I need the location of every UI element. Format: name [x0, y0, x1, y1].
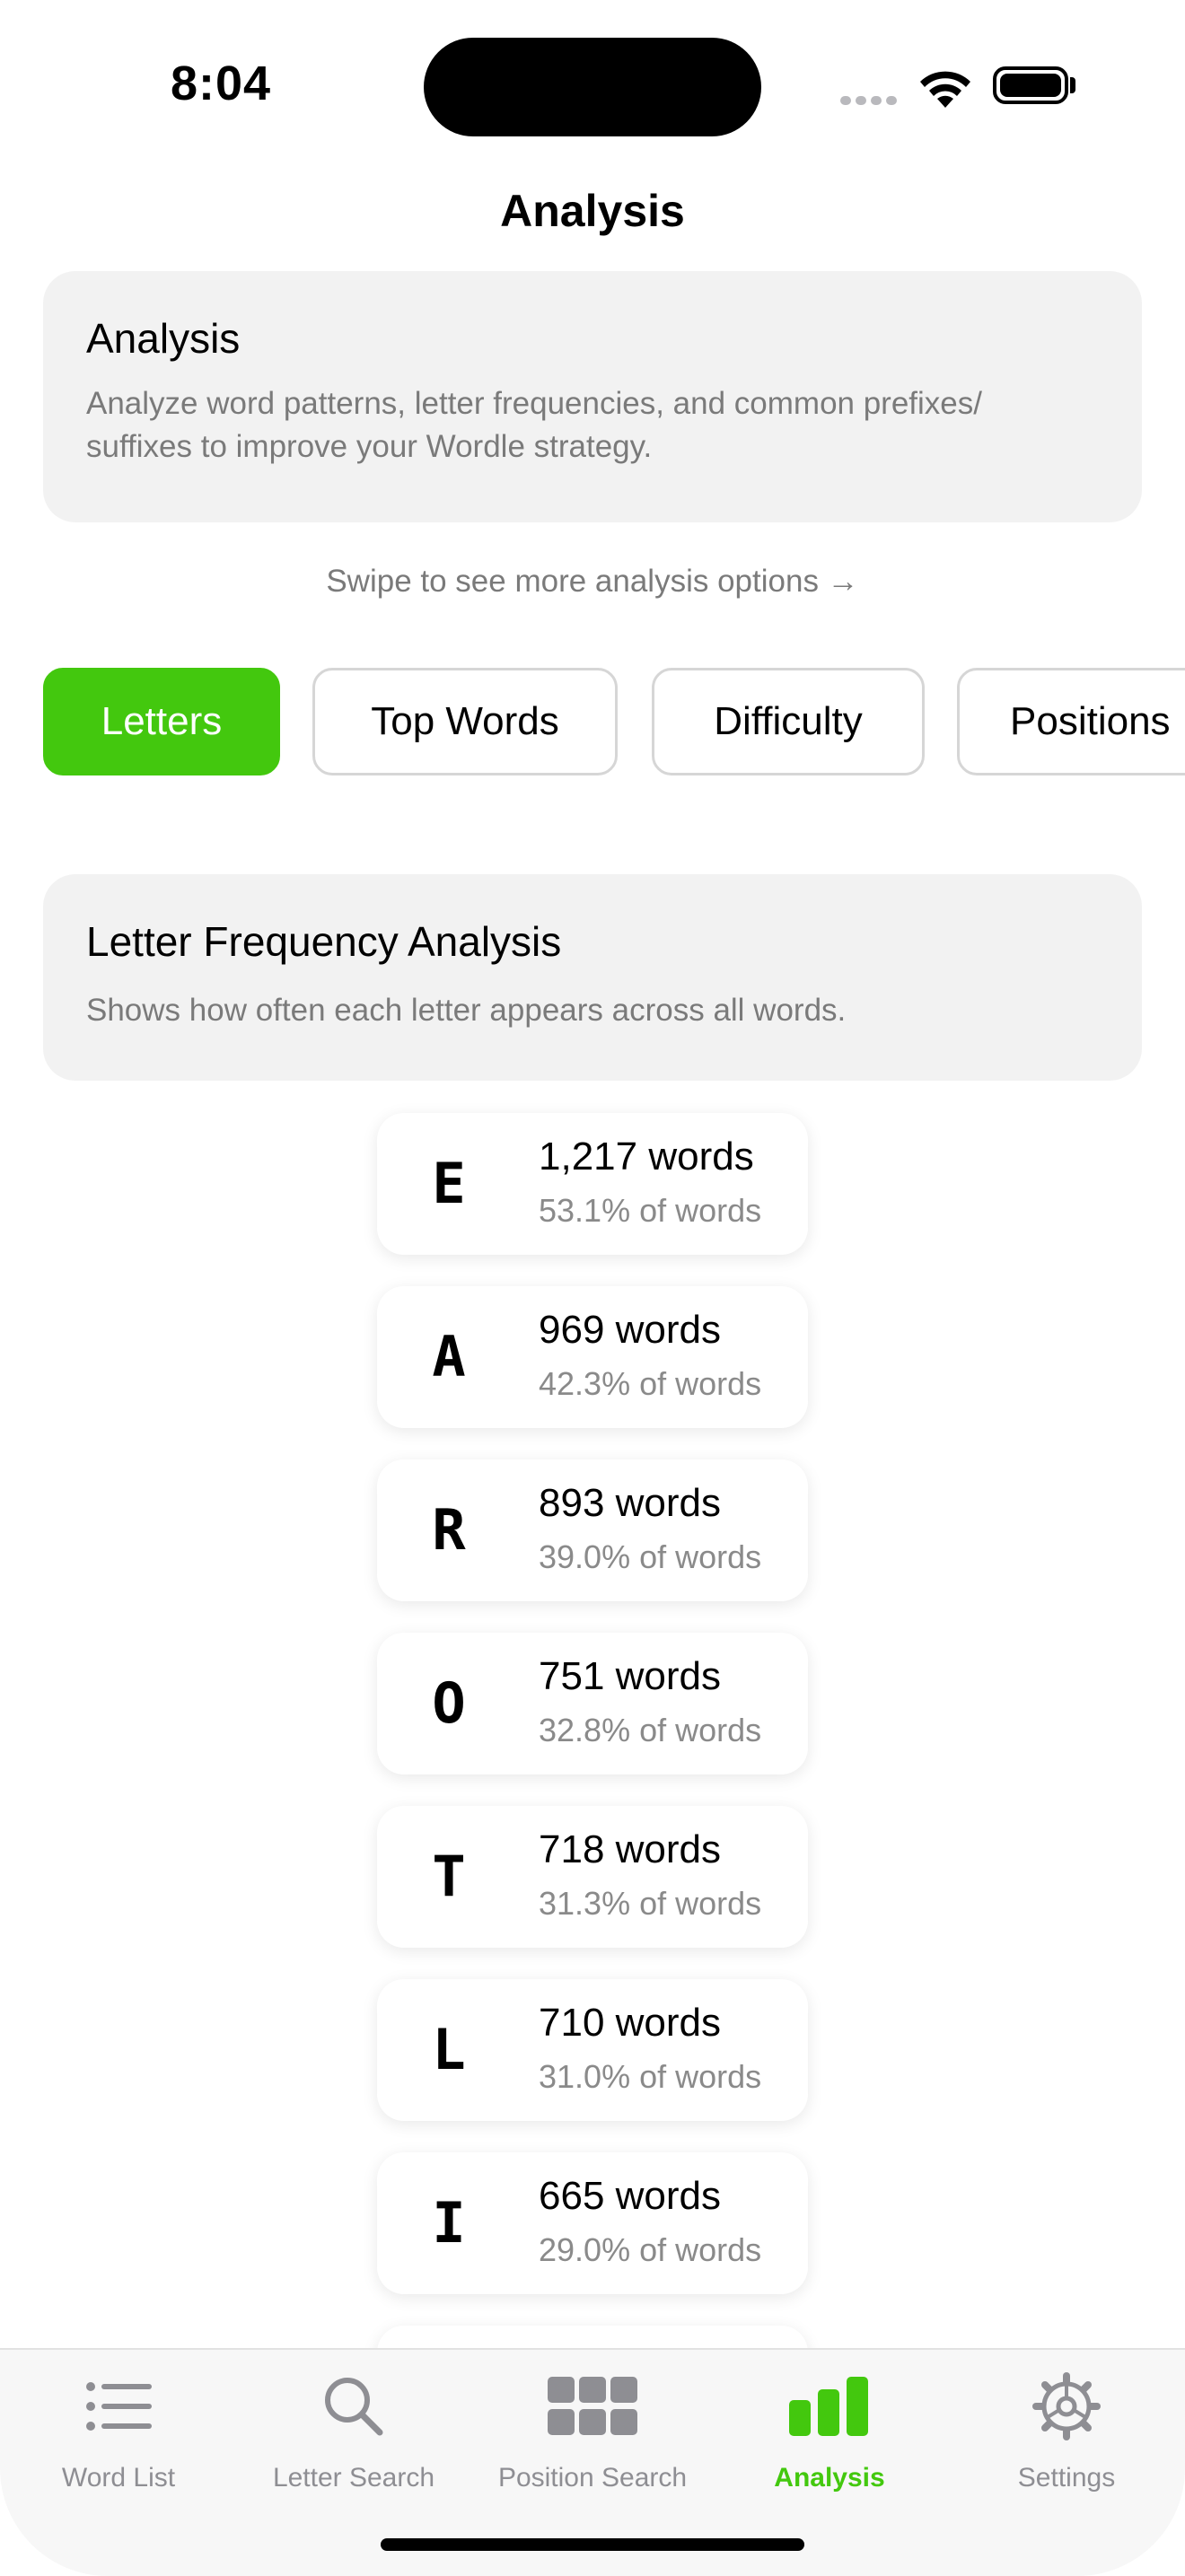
letter-glyph: L [432, 2017, 466, 2082]
tab-letters[interactable]: Letters [43, 668, 280, 775]
tabbar-item-settings[interactable]: Settings [950, 2368, 1183, 2493]
letter-count: 969 words [539, 1308, 722, 1352]
magnifier-icon [325, 2378, 383, 2436]
cellular-signal-icon [840, 93, 901, 110]
tab-positions[interactable]: Positions [957, 668, 1185, 775]
intro-title: Analysis [86, 315, 241, 362]
letter-percentage: 31.3% of words [539, 1885, 762, 1922]
letter-glyph: A [432, 1324, 466, 1389]
intro-description: Analyze word patterns, letter frequencie… [86, 382, 1099, 469]
letter-frequency-item: I 665 words 29.0% of words [377, 2152, 808, 2294]
battery-icon [993, 66, 1068, 104]
letter-glyph: R [432, 1497, 466, 1563]
letter-percentage: 53.1% of words [539, 1192, 762, 1229]
tabbar-label: Letter Search [272, 2463, 435, 2493]
letter-count: 893 words [539, 1481, 722, 1525]
intro-description-line: suffixes to improve your Wordle strategy… [86, 429, 653, 464]
letter-frequency-item: E 1,217 words 53.1% of words [377, 1113, 808, 1255]
letter-glyph: T [432, 1844, 466, 1909]
tab-difficulty[interactable]: Difficulty [652, 668, 925, 775]
letter-count: 718 words [539, 1827, 722, 1871]
letter-percentage: 42.3% of words [539, 1365, 762, 1402]
letter-frequency-item: A 969 words 42.3% of words [377, 1286, 808, 1428]
tabbar-item-letter-search[interactable]: Letter Search [237, 2368, 470, 2493]
frequency-title: Letter Frequency Analysis [86, 918, 562, 965]
tabbar-item-word-list[interactable]: Word List [2, 2368, 235, 2493]
page-title: Analysis [500, 186, 685, 236]
letter-percentage: 29.0% of words [539, 2231, 762, 2268]
letter-glyph: I [432, 2190, 466, 2256]
bar-chart-icon [789, 2377, 868, 2436]
letter-frequency-card: Letter Frequency Analysis Shows how ofte… [43, 874, 1142, 1081]
tabbar-label: Word List [61, 2463, 176, 2493]
wifi-icon [920, 71, 970, 108]
home-indicator [381, 2538, 804, 2551]
battery-tip [1070, 77, 1075, 93]
letter-count: 665 words [539, 2174, 722, 2218]
letter-percentage: 32.8% of words [539, 1712, 762, 1748]
intro-description-line: Analyze word patterns, letter frequencie… [86, 386, 982, 421]
tab-top-words[interactable]: Top Words [312, 668, 618, 775]
gear-icon [1032, 2372, 1101, 2440]
list-icon [86, 2382, 152, 2431]
letter-frequency-item: R 893 words 39.0% of words [377, 1459, 808, 1601]
tabbar-label: Analysis [774, 2463, 885, 2493]
tabbar-label: Position Search [497, 2463, 688, 2493]
grid-icon [548, 2377, 637, 2435]
status-time: 8:04 [171, 57, 272, 110]
letter-count: 1,217 words [539, 1135, 754, 1178]
tabbar-item-analysis[interactable]: Analysis [713, 2368, 946, 2493]
letter-count: 710 words [539, 2001, 722, 2045]
letter-frequency-item: L 710 words 31.0% of words [377, 1979, 808, 2121]
letter-percentage: 31.0% of words [539, 2058, 762, 2095]
tabbar-item-position-search[interactable]: Position Search [476, 2368, 709, 2493]
letter-glyph: E [432, 1151, 466, 1216]
tabbar-label: Settings [1017, 2463, 1116, 2493]
frequency-description: Shows how often each letter appears acro… [86, 993, 847, 1028]
letter-frequency-item: O 751 words 32.8% of words [377, 1633, 808, 1774]
dynamic-island [424, 38, 761, 136]
swipe-hint: Swipe to see more analysis options → [326, 564, 859, 599]
analysis-intro-card: Analysis Analyze word patterns, letter f… [43, 271, 1142, 522]
letter-count: 751 words [539, 1654, 722, 1698]
letter-glyph: O [432, 1670, 466, 1736]
letter-percentage: 39.0% of words [539, 1538, 762, 1575]
letter-frequency-item: T 718 words 31.3% of words [377, 1806, 808, 1948]
analysis-tabs[interactable]: Letters Top Words Difficulty Positions [43, 668, 1185, 775]
